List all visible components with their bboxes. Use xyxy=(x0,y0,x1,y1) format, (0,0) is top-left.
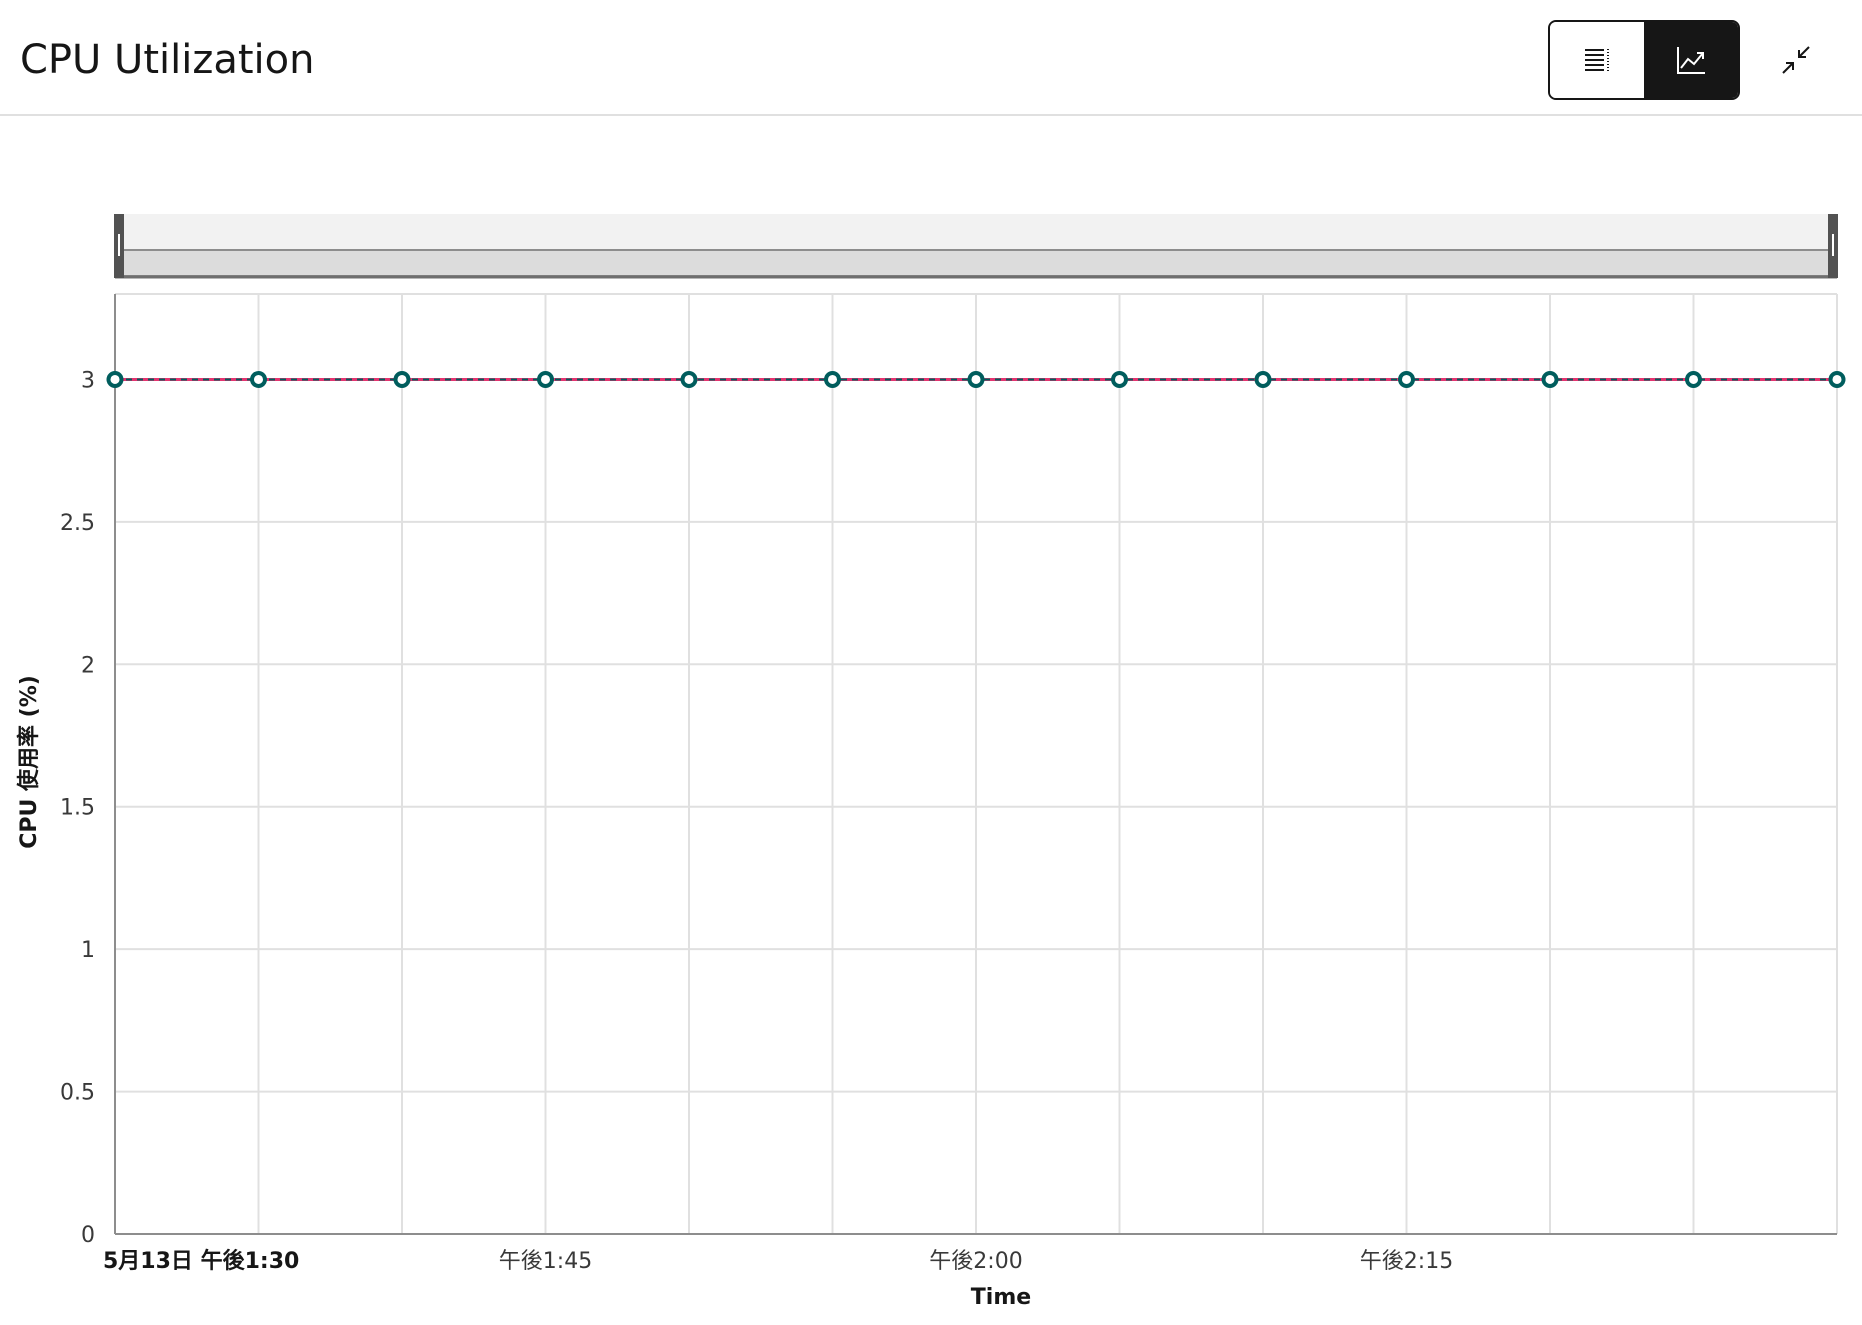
data-point[interactable] xyxy=(1254,370,1272,388)
x-tick-label: 午後2:15 xyxy=(1360,1249,1453,1274)
y-tick-label: 3 xyxy=(81,368,95,393)
list-icon xyxy=(1585,49,1609,71)
minimize-icon xyxy=(1782,46,1810,74)
chart-view-button[interactable] xyxy=(1644,22,1738,98)
x-tick-label: 午後1:45 xyxy=(499,1249,592,1274)
y-tick-label: 0 xyxy=(81,1223,95,1248)
data-point[interactable] xyxy=(680,370,698,388)
x-axis-ticks: 5月13日 午後1:30 午後1:45 午後2:00 午後2:15 xyxy=(103,1248,1453,1274)
data-point[interactable] xyxy=(824,370,841,388)
x-tick-label: 午後2:00 xyxy=(929,1249,1022,1274)
panel-header: CPU Utilization xyxy=(0,0,1862,116)
x-tick-label: 5月13日 午後1:30 xyxy=(103,1248,299,1274)
chart-area: 0 0.5 1 1.5 2 2.5 3 5月13日 午後1:30 午後1:45 午後2:00 午後… xyxy=(0,116,1862,1320)
view-switcher xyxy=(1548,20,1740,100)
zoom-handle-right[interactable] xyxy=(1828,214,1838,278)
y-tick-label: 1.5 xyxy=(60,796,95,821)
y-tick-label: 1 xyxy=(81,938,95,963)
data-point[interactable] xyxy=(106,370,124,388)
y-tick-label: 2 xyxy=(81,653,95,678)
y-tick-label: 0.5 xyxy=(60,1081,95,1106)
panel-title: CPU Utilization xyxy=(20,37,315,83)
line-chart-icon xyxy=(1677,47,1705,74)
data-point[interactable] xyxy=(393,370,411,388)
data-point[interactable] xyxy=(1111,370,1128,388)
zoom-bar[interactable] xyxy=(114,214,1838,279)
series-layer xyxy=(106,370,1846,388)
data-point[interactable] xyxy=(537,370,554,388)
table-view-button[interactable] xyxy=(1550,22,1644,98)
y-axis-label: CPU 使用率 (%) xyxy=(16,675,42,849)
data-point[interactable] xyxy=(1828,370,1846,388)
x-axis-label: Time xyxy=(971,1285,1031,1310)
data-point[interactable] xyxy=(1685,370,1702,388)
minimize-button[interactable] xyxy=(1772,36,1820,84)
zoom-handle-left[interactable] xyxy=(114,214,124,278)
y-axis-ticks: 0 0.5 1 1.5 2 2.5 3 xyxy=(60,368,95,1248)
data-point[interactable] xyxy=(967,370,985,388)
vertical-gridlines xyxy=(257,294,1695,1234)
data-point[interactable] xyxy=(1398,370,1415,388)
data-point[interactable] xyxy=(1541,370,1559,388)
data-point[interactable] xyxy=(250,370,267,388)
cpu-utilization-chart: 0 0.5 1 1.5 2 2.5 3 5月13日 午後1:30 午後1:45 午後2:00 午後… xyxy=(16,214,1846,1310)
y-tick-label: 2.5 xyxy=(60,511,95,536)
